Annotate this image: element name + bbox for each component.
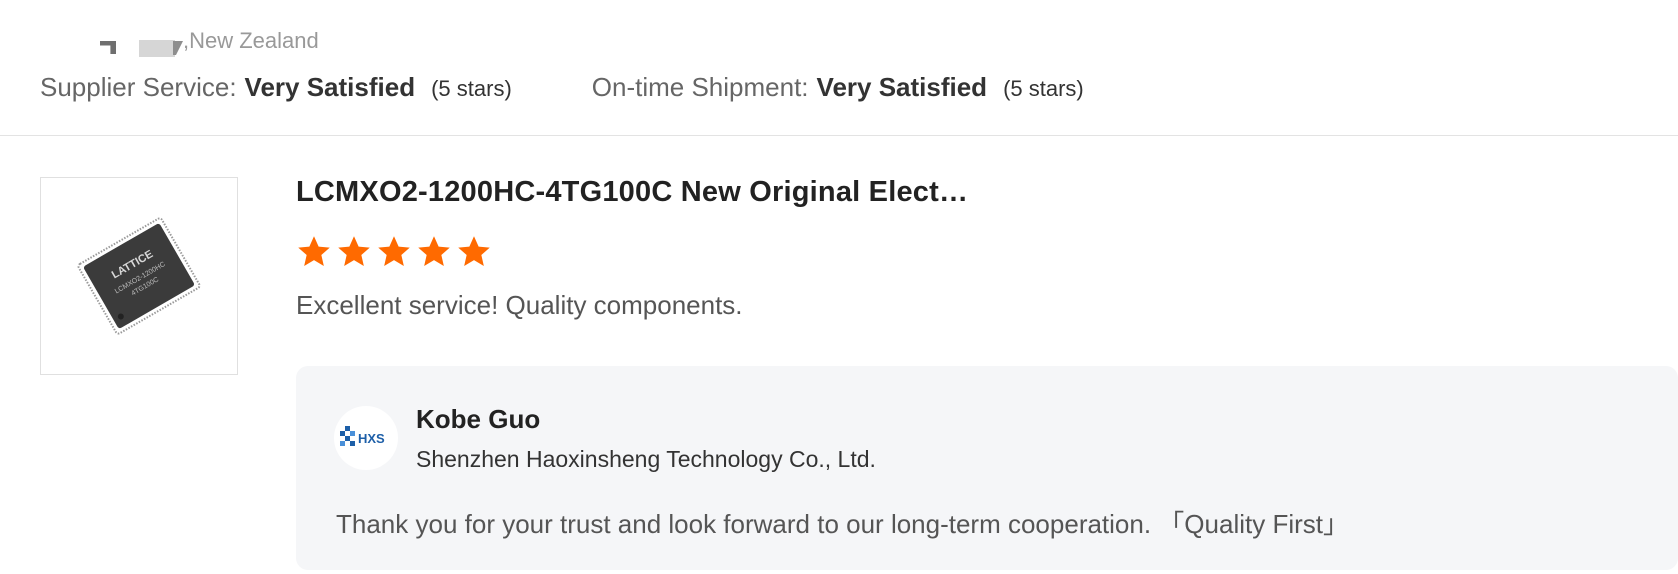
star-icon [298, 236, 330, 266]
blurred-reviewer-name [97, 26, 187, 57]
review-text: Excellent service! Quality components. [296, 290, 743, 320]
supplier-logo: HXS [334, 406, 398, 470]
logo-text: HXS [358, 431, 385, 446]
supplier-reply: HXS Kobe Guo Shenzhen Haoxinsheng Techno… [296, 366, 1678, 570]
reply-text: Thank you for your trust and look forwar… [336, 509, 1349, 539]
star-icon [418, 236, 450, 266]
ratings-summary: Supplier Service: Very Satisfied (5 star… [40, 72, 1084, 112]
star-icon [338, 236, 370, 266]
shipment-label: On-time Shipment: [591, 72, 809, 102]
replier-name: Kobe Guo [416, 404, 541, 434]
replier-company: Shenzhen Haoxinsheng Technology Co., Ltd… [416, 446, 876, 472]
section-divider [0, 135, 1678, 136]
supplier-service-value: Very Satisfied [244, 72, 416, 102]
hxs-logo-icon: HXS [340, 426, 385, 446]
reviewer-info: ,New Zealand [97, 26, 319, 57]
supplier-service-label: Supplier Service: [40, 72, 237, 102]
star-icon [458, 236, 490, 266]
reviewer-location: ,New Zealand [183, 28, 319, 53]
shipment-value: Very Satisfied [816, 72, 988, 102]
star-icon [378, 236, 410, 266]
shipment-stars: (5 stars) [1003, 76, 1084, 101]
review-star-rating [296, 234, 492, 270]
product-title[interactable]: LCMXO2-1200HC-4TG100C New Original Elect… [296, 176, 968, 209]
product-thumbnail[interactable]: LATTICE LCMXO2-1200HC 4TG100C [40, 177, 238, 375]
chip-image-icon: LATTICE LCMXO2-1200HC 4TG100C [77, 217, 201, 335]
supplier-service-stars: (5 stars) [431, 76, 512, 101]
